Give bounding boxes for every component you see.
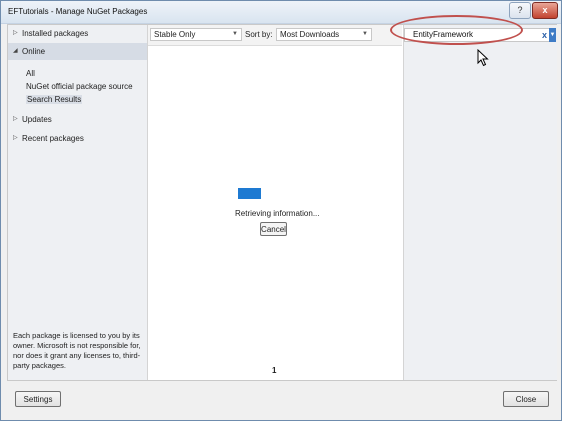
source-nuget-official[interactable]: NuGet official package source [26,82,133,91]
sidebar-item-label: Online [22,47,46,56]
dropdown-arrow-icon: ▼ [232,31,238,37]
release-filter-value: Stable Only [154,30,196,39]
window-close-button[interactable]: x [532,2,558,19]
sidebar-item-updates[interactable]: ▷ Updates [8,111,147,128]
mouse-cursor-icon [477,49,489,67]
release-filter-dropdown[interactable]: Stable Only ▼ [150,28,242,41]
help-button[interactable]: ? [509,2,531,19]
settings-button[interactable]: Settings [15,391,61,407]
close-button[interactable]: Close [503,391,549,407]
filter-toolbar: Stable Only ▼ Sort by: Most Downloads ▼ [148,25,402,46]
clear-search-icon[interactable]: x [542,29,547,41]
loading-status: Retrieving information... [235,209,320,218]
source-search-results[interactable]: Search Results [26,95,83,104]
sidebar-item-label: Recent packages [22,134,84,143]
sidebar-item-recent[interactable]: ▷ Recent packages [8,130,147,147]
sidebar: ▷ Installed packages ◢ Online All NuGet … [8,25,148,380]
sidebar-item-online[interactable]: ◢ Online [8,43,147,60]
source-all[interactable]: All [26,69,35,78]
window-title: EFTutorials - Manage NuGet Packages [8,7,148,16]
results-pane: Stable Only ▼ Sort by: Most Downloads ▼ … [148,25,402,380]
page-number[interactable]: 1 [272,366,276,375]
sort-value: Most Downloads [280,30,340,39]
expand-arrow-icon: ▷ [13,135,18,141]
license-notice: Each package is licensed to you by its o… [13,331,141,370]
sidebar-item-label: Updates [22,115,52,124]
cancel-button[interactable]: Cancel [260,222,287,236]
expand-arrow-icon: ▷ [13,116,18,122]
search-dropdown-icon[interactable]: ▼ [549,28,556,42]
expand-arrow-icon: ▷ [13,30,18,36]
sort-dropdown[interactable]: Most Downloads ▼ [276,28,372,41]
highlight-annotation [390,15,523,45]
details-pane: x ▼ [403,25,557,380]
sidebar-item-label: Installed packages [22,29,89,38]
dropdown-arrow-icon: ▼ [362,31,368,37]
sidebar-item-installed[interactable]: ▷ Installed packages [8,25,147,42]
dialog-body: ▷ Installed packages ◢ Online All NuGet … [7,24,557,381]
sort-label: Sort by: [245,30,273,39]
collapse-arrow-icon: ◢ [13,48,18,54]
progress-indicator [238,188,261,199]
